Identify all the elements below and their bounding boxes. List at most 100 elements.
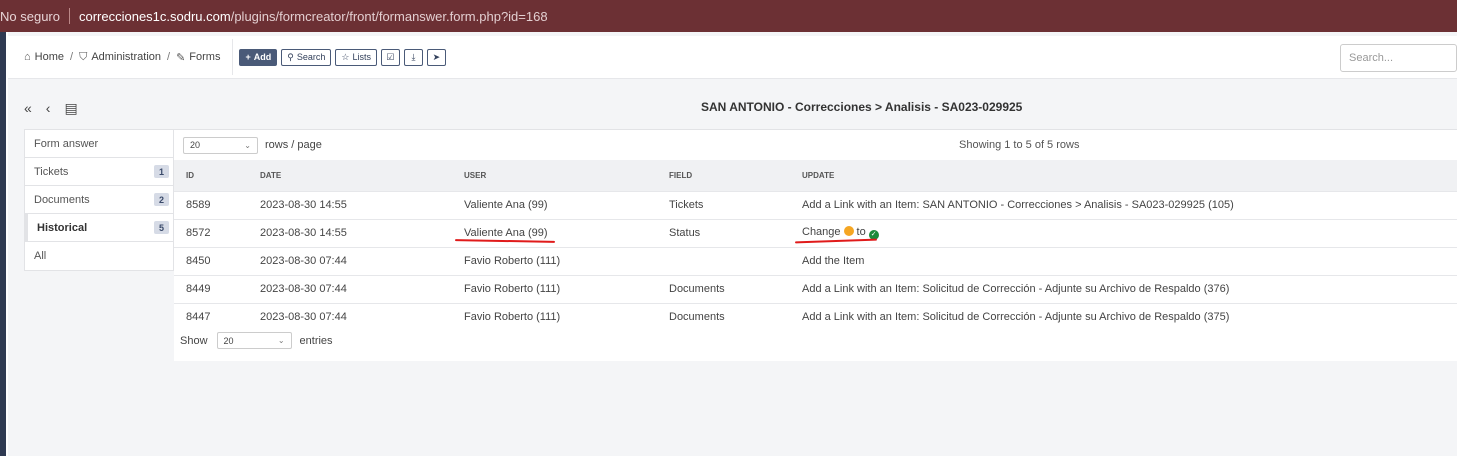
breadcrumb: ⌂ Home / ⛉ Administration / ✎ Forms (24, 51, 220, 64)
status-pending-icon (843, 226, 854, 236)
entries-label: entries (299, 334, 333, 347)
entries-value: 20 (223, 335, 234, 346)
column-header-field[interactable]: FIELD (669, 160, 802, 191)
send-icon: ➤ (432, 51, 441, 62)
send-button[interactable]: ➤ (426, 48, 446, 66)
add-button-label: Add (253, 52, 272, 62)
show-label: Show (180, 334, 208, 347)
breadcrumb-separator: / (167, 51, 171, 63)
cell-field (669, 246, 802, 275)
cell-user: Favio Roberto (111) (464, 274, 669, 303)
cell-user: Valiente Ana (99) (464, 218, 669, 247)
cell-update: Add the Item (802, 246, 1457, 275)
cell-field: Documents (669, 302, 802, 331)
item-tabs: Form answer Tickets 1 Documents 2 Histor… (24, 129, 174, 271)
url-path[interactable]: /plugins/formcreator/front/formanswer.fo… (231, 9, 548, 24)
checkbox-icon: ☑ (386, 51, 395, 62)
column-header-user[interactable]: USER (464, 160, 669, 191)
browser-url-bar[interactable]: No seguro correcciones1c.sodru.com/plugi… (0, 0, 1457, 32)
count-badge: 2 (154, 193, 169, 206)
table-header-row: ID DATE USER FIELD UPDATE (174, 160, 1457, 191)
tab-label: Form answer (34, 137, 99, 150)
cell-id: 8572 (174, 218, 260, 247)
tab-label: Historical (37, 221, 88, 234)
checkbox-button[interactable]: ☑ (380, 48, 400, 66)
lists-button-label: Lists (352, 52, 371, 62)
add-button[interactable]: + Add (239, 48, 278, 66)
cell-update: Add a Link with an Item: Solicitud de Co… (802, 302, 1457, 331)
download-icon: ⤓ (411, 51, 416, 62)
nav-divider (232, 39, 234, 75)
breadcrumb-home[interactable]: Home (35, 51, 64, 63)
home-icon: ⌂ (24, 51, 31, 63)
cell-date: 2023-08-30 14:55 (260, 190, 464, 219)
cell-user: Favio Roberto (111) (464, 246, 669, 275)
cell-user: Favio Roberto (111) (464, 302, 669, 331)
table-row: 8572 2023-08-30 14:55 Valiente Ana (99) … (174, 218, 1457, 247)
security-label[interactable]: No seguro (0, 9, 60, 24)
tab-label: All (34, 250, 47, 262)
list-icon[interactable]: ▤ (64, 100, 77, 117)
rows-per-page-value: 20 (190, 140, 201, 150)
cell-update: Add a Link with an Item: SAN ANTONIO - C… (802, 190, 1457, 219)
shield-icon: ⛉ (79, 50, 88, 63)
entries-select[interactable]: 20 ⌄ (216, 332, 292, 349)
history-table: ID DATE USER FIELD UPDATE 8589 2023-08-3… (174, 160, 1457, 331)
cell-id: 8449 (174, 274, 260, 303)
cell-id: 8589 (174, 190, 260, 219)
pager: 20 ⌄ rows / page Showing 1 to 5 of 5 row… (174, 130, 1457, 160)
count-badge: 1 (154, 165, 169, 178)
global-search-input[interactable]: Search... (1340, 44, 1457, 72)
cell-date: 2023-08-30 14:55 (260, 218, 464, 247)
breadcrumb-separator: / (70, 51, 74, 63)
cell-field: Documents (669, 274, 802, 303)
lists-button[interactable]: ☆ Lists (335, 48, 377, 66)
chevron-down-icon: ⌄ (277, 336, 285, 345)
left-sidebar-edge (6, 32, 8, 456)
search-icon: ⚲ (287, 51, 294, 62)
plus-icon: + (245, 52, 251, 62)
table-row: 8589 2023-08-30 14:55 Valiente Ana (99) … (174, 190, 1457, 219)
tab-all[interactable]: All (25, 242, 173, 270)
star-icon: ☆ (341, 51, 350, 62)
table-row: 8449 2023-08-30 07:44 Favio Roberto (111… (174, 274, 1457, 303)
chevron-left-icon[interactable]: ‹ (46, 100, 51, 116)
search-button[interactable]: ⚲ Search (281, 48, 332, 66)
url-separator (68, 8, 70, 24)
cell-date: 2023-08-30 07:44 (260, 302, 464, 331)
table-row: 8450 2023-08-30 07:44 Favio Roberto (111… (174, 246, 1457, 275)
column-header-date[interactable]: DATE (260, 160, 464, 191)
cell-field: Tickets (669, 190, 802, 219)
edit-icon: ✎ (176, 51, 186, 64)
rows-per-page-select[interactable]: 20 ⌄ (183, 136, 258, 154)
cell-user: Valiente Ana (99) (464, 190, 669, 219)
update-change-text: Change (802, 226, 841, 238)
tab-historical[interactable]: Historical 5 (25, 214, 173, 242)
cell-id: 8450 (174, 246, 260, 275)
update-to-text: to (856, 226, 866, 238)
cell-update: Change to ✓ (802, 218, 1457, 247)
item-title-bar: « ‹ ▤ SAN ANTONIO - Correcciones > Anali… (24, 96, 1457, 120)
breadcrumb-administration[interactable]: Administration (91, 51, 161, 63)
count-badge: 5 (154, 221, 169, 234)
breadcrumb-forms[interactable]: Forms (189, 51, 220, 63)
tab-documents[interactable]: Documents 2 (25, 186, 173, 214)
showing-count: Showing 1 to 5 of 5 rows (959, 139, 1080, 151)
url-host[interactable]: correcciones1c.sodru.com (79, 9, 231, 24)
top-navigation: ⌂ Home / ⛉ Administration / ✎ Forms + Add… (8, 36, 1457, 79)
column-header-update[interactable]: UPDATE (802, 160, 1457, 191)
cell-update: Add a Link with an Item: Solicitud de Co… (802, 274, 1457, 303)
tab-label: Documents (34, 193, 90, 206)
column-header-id[interactable]: ID (174, 160, 260, 191)
chevron-down-icon: ⌄ (244, 140, 251, 150)
tab-label: Tickets (34, 165, 69, 178)
table-footer: Show 20 ⌄ entries (180, 332, 333, 349)
tab-tickets[interactable]: Tickets 1 (25, 158, 173, 186)
tab-form-answer[interactable]: Form answer (25, 130, 173, 158)
download-button[interactable]: ⤓ (403, 48, 423, 66)
cell-id: 8447 (174, 302, 260, 331)
double-chevron-left-icon[interactable]: « (24, 100, 32, 116)
historical-panel: 20 ⌄ rows / page Showing 1 to 5 of 5 row… (174, 129, 1457, 361)
page-title: SAN ANTONIO - Correcciones > Analisis - … (701, 100, 1023, 114)
cell-date: 2023-08-30 07:44 (260, 274, 464, 303)
